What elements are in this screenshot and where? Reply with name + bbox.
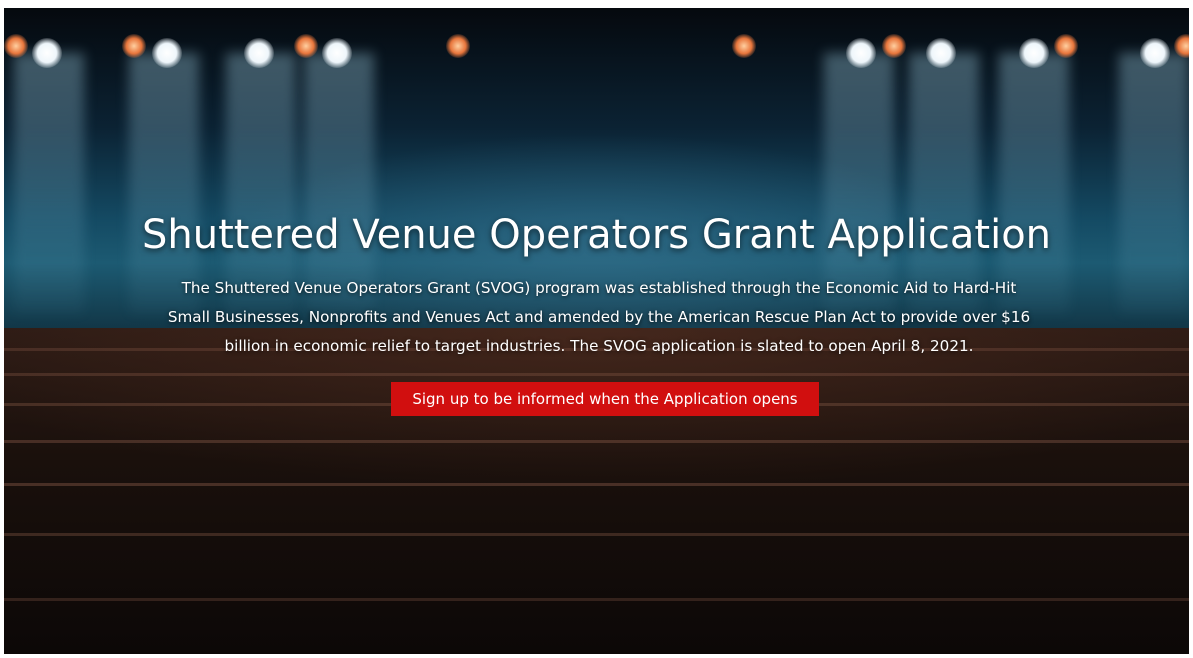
signup-notify-button[interactable]: Sign up to be informed when the Applicat…: [391, 382, 819, 416]
hero-content: Shuttered Venue Operators Grant Applicat…: [4, 8, 1189, 654]
program-description: The Shuttered Venue Operators Grant (SVO…: [167, 279, 1031, 355]
hero-banner: Shuttered Venue Operators Grant Applicat…: [4, 8, 1189, 654]
page-title: Shuttered Venue Operators Grant Applicat…: [141, 212, 1052, 258]
